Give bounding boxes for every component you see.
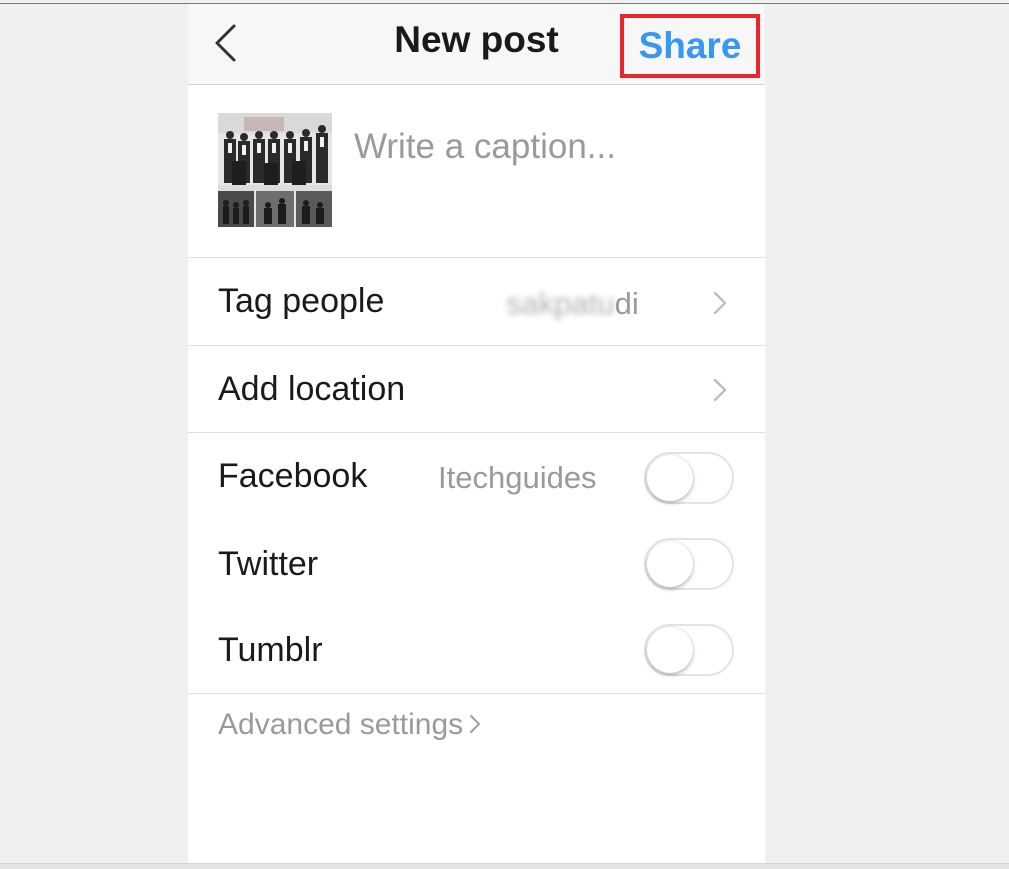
caption-composer <box>188 85 765 258</box>
advanced-settings-label: Advanced settings <box>218 708 464 741</box>
facebook-toggle[interactable] <box>644 452 734 504</box>
divider <box>188 693 765 694</box>
twitter-share-row: Twitter <box>188 521 765 607</box>
chevron-right-icon <box>713 291 727 315</box>
window-bottom-border <box>0 863 1009 869</box>
facebook-label: Facebook <box>218 457 368 495</box>
tumblr-share-row: Tumblr <box>188 607 765 693</box>
chevron-right-icon <box>470 715 481 733</box>
caption-input[interactable] <box>354 127 744 167</box>
back-button[interactable] <box>204 18 248 68</box>
chevron-right-icon <box>713 378 727 402</box>
nav-header: New post Share <box>188 4 765 85</box>
chevron-left-icon <box>215 24 236 62</box>
tumblr-label: Tumblr <box>218 631 323 669</box>
tumblr-toggle[interactable] <box>644 624 734 676</box>
twitter-label: Twitter <box>218 545 319 583</box>
twitter-toggle[interactable] <box>644 538 734 590</box>
tagged-username-visible: di <box>614 286 639 321</box>
post-thumbnail[interactable] <box>218 113 332 227</box>
toggle-knob <box>647 627 693 673</box>
photo-collage-image <box>218 113 332 227</box>
share-button[interactable]: Share <box>620 14 760 78</box>
tag-people-label: Tag people <box>218 282 385 320</box>
tagged-user-value: sakpatudi sakpatudi <box>506 286 639 322</box>
add-location-label: Add location <box>218 370 406 408</box>
toggle-knob <box>647 541 693 587</box>
tag-people-row[interactable]: Tag people sakpatudi sakpatudi <box>188 258 765 344</box>
add-location-row[interactable]: Add location <box>188 346 765 432</box>
toggle-knob <box>647 455 693 501</box>
facebook-share-row: Facebook Itechguides <box>188 433 765 521</box>
advanced-settings-link[interactable]: Advanced settings <box>218 708 481 742</box>
tagged-username-blurred: sakpatu <box>506 286 615 321</box>
facebook-account: Itechguides <box>438 460 597 495</box>
new-post-screen: New post Share Write a caption... Tag pe… <box>188 4 765 863</box>
